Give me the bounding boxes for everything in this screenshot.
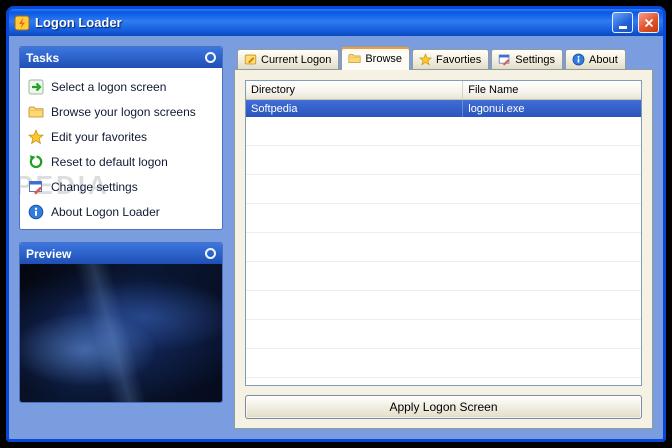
- tab-browse[interactable]: Browse: [341, 46, 411, 70]
- task-label: Edit your favorites: [51, 129, 148, 144]
- titlebar[interactable]: Logon Loader: [9, 9, 663, 36]
- column-header-file-name[interactable]: File Name: [463, 81, 641, 99]
- task-reset-default-logon[interactable]: Reset to default logon: [26, 149, 216, 174]
- minimize-button[interactable]: [612, 12, 633, 33]
- tab-settings[interactable]: Settings: [491, 49, 564, 69]
- about-info-icon: [572, 53, 585, 66]
- logon-loader-window: Logon Loader Tasks SOFTPEDIA: [6, 6, 666, 442]
- window-title: Logon Loader: [35, 15, 122, 30]
- preview-panel: Preview: [19, 242, 223, 403]
- settings-icon: [498, 53, 511, 66]
- list-empty-area[interactable]: [246, 117, 641, 385]
- apply-logon-screen-button[interactable]: Apply Logon Screen: [245, 395, 642, 419]
- about-info-icon: [28, 204, 44, 220]
- task-edit-favorites[interactable]: Edit your favorites: [26, 124, 216, 149]
- preview-image: [20, 264, 222, 402]
- window-body: Tasks SOFTPEDIA Sel: [9, 36, 663, 439]
- tab-label: Favorties: [436, 53, 482, 66]
- tab-label: About: [589, 53, 618, 66]
- tab-label: Browse: [365, 52, 403, 65]
- select-arrow-icon: [28, 79, 44, 95]
- task-about-logon-loader[interactable]: About Logon Loader: [26, 199, 216, 224]
- tab-favorties[interactable]: Favorties: [412, 49, 490, 69]
- tasks-list: SOFTPEDIA Select a logon screen: [20, 68, 222, 229]
- cell-directory: Softpedia: [246, 100, 464, 117]
- change-settings-icon: [28, 179, 44, 195]
- panel-header-button[interactable]: [205, 248, 216, 259]
- browse-tab-page: Directory File Name Softpedia logonui.ex…: [234, 69, 653, 429]
- tab-label: Settings: [515, 53, 556, 66]
- column-header-directory[interactable]: Directory: [246, 81, 464, 99]
- tab-control: Current Logon Browse Favorties Settings …: [234, 46, 653, 429]
- app-icon: [14, 15, 30, 31]
- task-label: Reset to default logon: [51, 154, 168, 169]
- task-select-logon-screen[interactable]: Select a logon screen: [26, 74, 216, 99]
- task-browse-logon-screens[interactable]: Browse your logon screens: [26, 99, 216, 124]
- tasks-header-label: Tasks: [26, 50, 60, 65]
- cell-file-name: logonui.exe: [468, 102, 525, 115]
- tab-about[interactable]: About: [565, 49, 626, 69]
- reset-arrow-icon: [28, 154, 44, 170]
- favorites-star-icon: [28, 128, 44, 145]
- task-label: About Logon Loader: [51, 204, 160, 219]
- browse-folder-icon: [348, 52, 361, 65]
- task-change-settings[interactable]: Change settings: [26, 174, 216, 199]
- logon-screens-list[interactable]: Directory File Name Softpedia logonui.ex…: [245, 80, 642, 386]
- preview-panel-header: Preview: [20, 243, 222, 264]
- current-logon-icon: [244, 53, 257, 66]
- tasks-panel: Tasks SOFTPEDIA Sel: [19, 46, 223, 230]
- task-label: Change settings: [51, 179, 138, 194]
- preview-header-label: Preview: [26, 246, 72, 261]
- panel-header-button[interactable]: [205, 52, 216, 63]
- tab-strip: Current Logon Browse Favorties Settings …: [234, 46, 653, 70]
- minimize-icon: [618, 26, 627, 29]
- tasks-panel-header: Tasks: [20, 47, 222, 68]
- task-label: Select a logon screen: [51, 79, 167, 94]
- favorites-star-icon: [419, 53, 433, 66]
- tab-current-logon[interactable]: Current Logon: [237, 49, 340, 69]
- close-icon: [644, 18, 653, 27]
- list-header: Directory File Name: [246, 81, 641, 100]
- sidebar: Tasks SOFTPEDIA Sel: [19, 46, 223, 429]
- tab-label: Current Logon: [261, 53, 332, 66]
- list-row-softpedia[interactable]: Softpedia logonui.exe: [246, 100, 641, 117]
- close-button[interactable]: [638, 12, 659, 33]
- task-label: Browse your logon screens: [51, 104, 196, 119]
- browse-folder-icon: [28, 104, 44, 120]
